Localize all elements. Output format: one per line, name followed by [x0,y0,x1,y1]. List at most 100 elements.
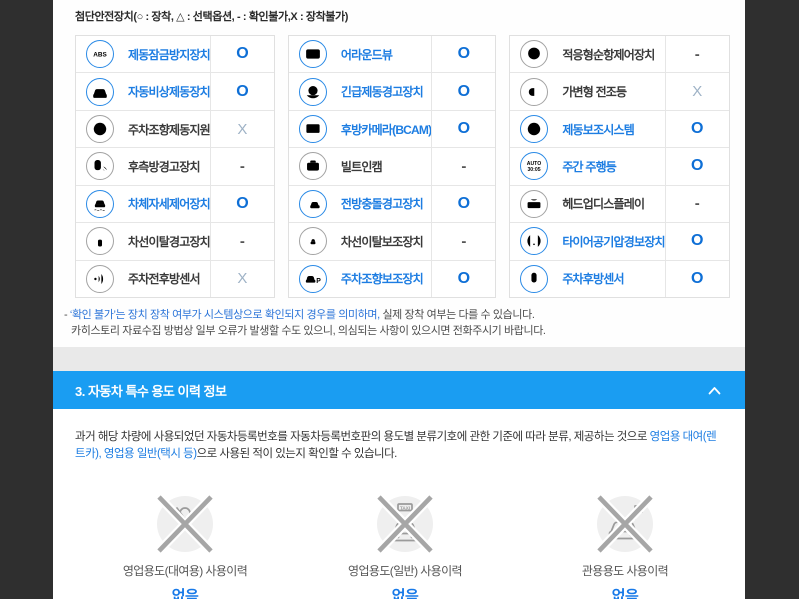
around-view-icon [298,40,327,69]
table-row: 제동잠금방지장치 O [76,36,274,73]
safety-device-legend: 첨단안전장치(○ : 장착, △ : 선택옵션, - : 확인불가,X : 장착… [75,11,349,23]
device-status: - [209,223,274,260]
section3-title: 3. 자동차 특수 용도 이력 정보 [75,383,227,399]
safety-device-section: 첨단안전장치(○ : 장착, △ : 선택옵션, - : 확인불가,X : 장착… [53,0,745,347]
rear-parking-sensor-icon [520,264,549,293]
device-label: 긴급제동경고장치 [340,85,424,100]
emergency-brake-warning-icon [298,77,327,106]
device-label: 제동보조시스템 [562,122,634,137]
device-status: - [664,36,729,73]
table-row: 주간 주행등 O [510,147,729,185]
device-label: 어라운드뷰 [340,47,393,62]
device-label: 자동비상제동장치 [128,85,211,100]
table-row: 빌트인캠 - [288,147,496,185]
table-row: 주차조향제동지원 X [76,109,274,148]
device-status: X [664,73,729,110]
device-status: O [664,223,729,260]
device-status: O [431,185,495,223]
device-label: 후측방경고장치 [128,159,200,174]
tpms-icon [520,227,549,256]
usage-value: 없음 [391,588,419,599]
device-status: X [209,110,274,148]
usage-label: 영업용도(일반) 사용이력 [348,564,463,578]
lane-keep-assist-icon [298,227,327,256]
chevron-up-icon[interactable] [708,386,721,395]
report-content: 첨단안전장치(○ : 장착, △ : 선택옵션, - : 확인불가,X : 장착… [53,0,745,599]
device-status: X [209,260,274,297]
device-label: 주차전후방센서 [128,272,200,287]
device-status: - [431,223,495,260]
device-status: O [664,110,729,148]
device-status: O [431,73,495,110]
device-status: O [664,260,729,297]
svg-text:TAXI: TAXI [400,505,410,510]
usage-value: 없음 [611,588,639,599]
adaptive-headlight-icon [520,77,549,106]
device-label: 주차조향보조장치 [340,272,424,287]
device-status: O [209,185,274,223]
brake-assist-icon [520,115,549,144]
built-in-cam-icon [298,152,327,181]
no-rental-use-icon [148,491,222,557]
table-row: 주차후방센서 O [510,259,729,297]
device-label: 적응형순항제어장치 [562,47,655,62]
device-status: - [664,185,729,223]
footnote-line-2: 카히스토리 자료수집 방법상 일부 오류가 발생할 수도 있으니, 의심되는 사… [71,325,546,337]
table-row: 주차전후방센서 X [76,259,274,297]
section3-body: 과거 해당 차량에 사용되었던 자동차등록번호를 자동차등록번호판의 용도별 분… [53,409,745,599]
device-label: 헤드업디스플레이 [562,197,645,212]
device-label: 빌트인캠 [340,159,383,174]
front-collision-warning-icon [298,189,327,218]
stability-control-icon [86,189,114,218]
device-status: O [664,148,729,185]
auto-emergency-brake-icon [86,77,114,106]
table-row: 가변형 전조등 X [510,72,729,110]
section3-header[interactable]: 3. 자동차 특수 용도 이력 정보 [53,371,745,409]
device-label: 후방카메라(BCAM) [340,122,432,137]
table-row: 헤드업디스플레이 - [510,184,729,223]
table-row: 긴급제동경고장치 O [288,72,496,110]
footnote-highlight: ‘확인 불가’는 장치 장착 여부가 시스템상으로 확인되지 경우를 의미하며, [69,309,380,321]
daytime-running-light-icon [520,152,549,181]
device-status: O [431,36,495,73]
table-row: 어라운드뷰 O [288,36,496,73]
usage-value: 없음 [171,588,199,599]
head-up-display-icon [520,189,549,218]
device-status: O [431,260,495,297]
table-row: 차체자세제어장치 O [76,184,274,223]
device-label: 주간 주행등 [562,159,617,174]
usage-history-row: 영업용도(대여용) 사용이력 없음 TAXI 영업용도(일반) 사용이력 없음 … [75,491,735,599]
table-row: 주차조향보조장치 O [288,259,496,297]
device-label: 가변형 전조등 [562,85,627,100]
usage-item-taxi: TAXI 영업용도(일반) 사용이력 없음 [295,491,515,599]
table-row: 차선이탈경고장치 - [76,222,274,260]
lane-departure-warning-icon [86,227,114,256]
rear-camera-icon [298,115,327,144]
device-label: 차체자세제어장치 [128,197,211,212]
special-usage-section: 3. 자동차 특수 용도 이력 정보 과거 해당 차량에 사용되었던 자동차등록… [53,371,745,599]
footnote: - ‘확인 불가’는 장치 장착 여부가 시스템상으로 확인되지 경우를 의미하… [64,307,745,339]
device-status: O [209,36,274,73]
footnote-line-1: - ‘확인 불가’는 장치 장착 여부가 시스템상으로 확인되지 경우를 의미하… [64,309,535,321]
table-row: 차선이탈보조장치 - [288,222,496,260]
table-row: 적응형순항제어장치 - [510,36,729,73]
device-tables: 제동잠금방지장치 O 자동비상제동장치 O 주차조향제동지원 X 후측방경고장치 - 차… [75,35,730,298]
rear-side-warning-icon [86,152,114,181]
table-row: 타이어공기압경보장치 O [510,222,729,260]
table-row: 전방충돌경고장치 O [288,184,496,223]
section3-description: 과거 해당 차량에 사용되었던 자동차등록번호를 자동차등록번호판의 용도별 분… [75,431,717,460]
no-official-use-icon [588,491,662,557]
table-row: 제동보조시스템 O [510,109,729,148]
table-row: 후방카메라(BCAM) O [288,109,496,148]
device-label: 주차후방센서 [562,272,624,287]
device-status: O [209,73,274,110]
device-label: 차선이탈보조장치 [340,234,424,249]
usage-item-rental: 영업용도(대여용) 사용이력 없음 [75,491,295,599]
no-taxi-use-icon: TAXI [368,491,442,557]
device-label: 차선이탈경고장치 [128,234,211,249]
device-status: - [431,148,495,185]
usage-item-official: 관용용도 사용이력 없음 [515,491,735,599]
usage-label: 관용용도 사용이력 [581,564,669,578]
device-status: O [431,110,495,148]
